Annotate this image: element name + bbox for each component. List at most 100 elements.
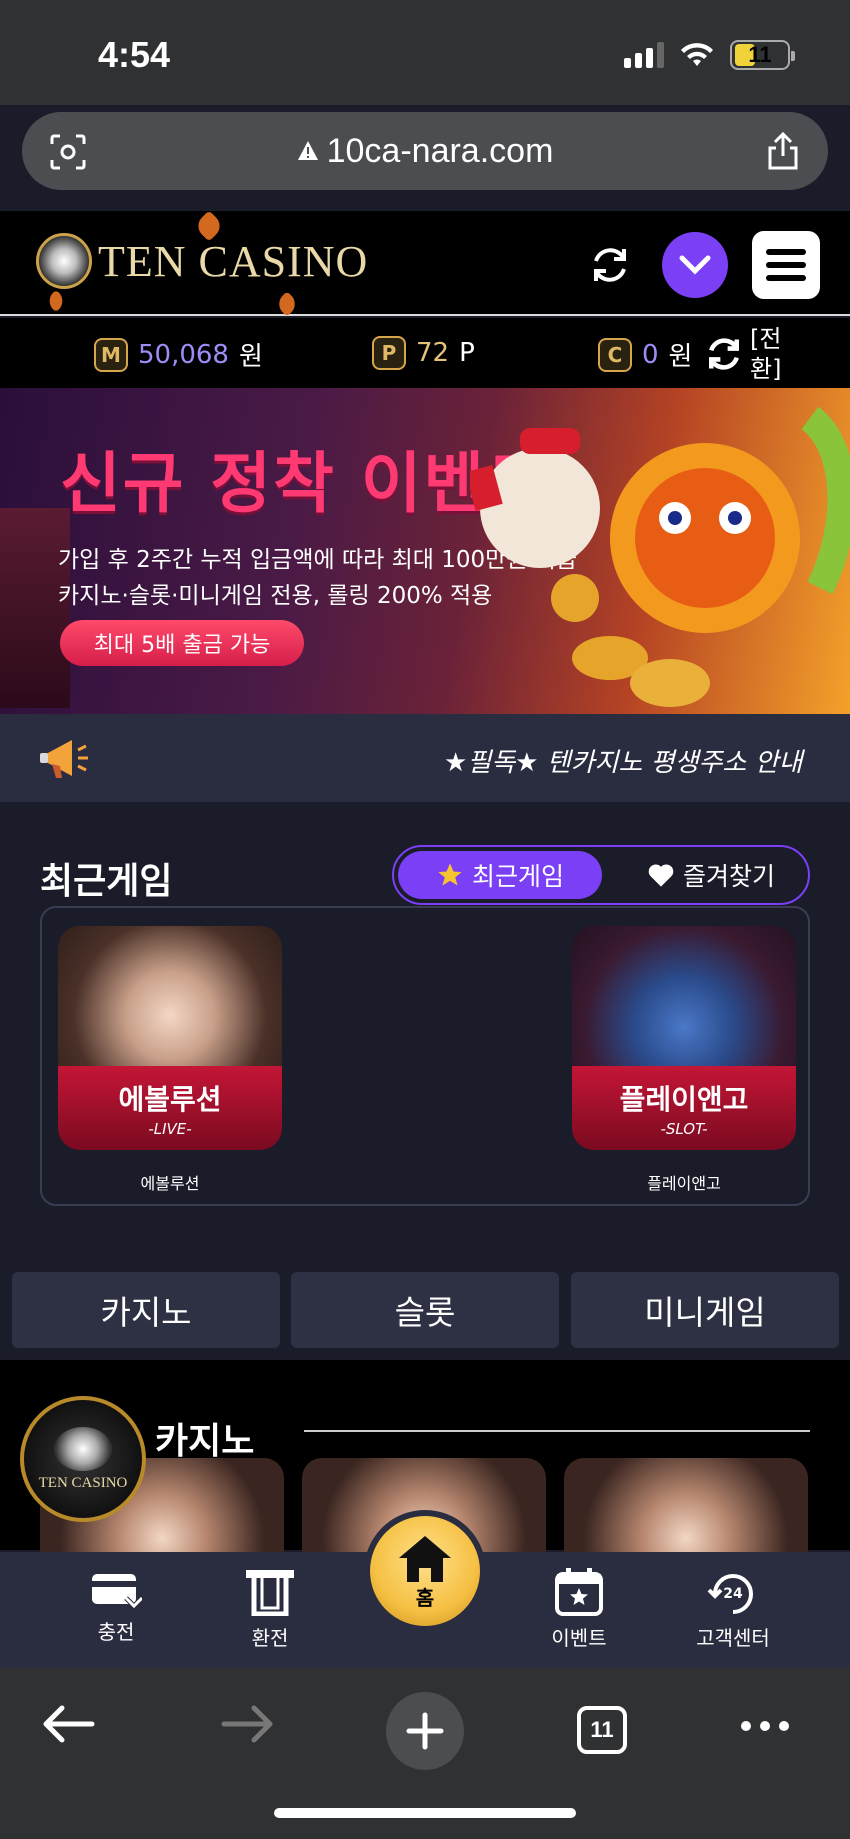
point-value: 72 [416, 338, 450, 368]
page-camera-icon[interactable] [48, 132, 88, 172]
tab-event-label: 이벤트 [551, 1626, 607, 1650]
home-icon [399, 1535, 451, 1582]
more-button[interactable] [740, 1720, 790, 1732]
game-card-type: -LIVE- [148, 1120, 192, 1138]
status-time: 4:54 [98, 34, 171, 75]
exchange-refresh-icon [709, 338, 739, 370]
section-title: 카지노 [155, 1421, 255, 1462]
live-game-card[interactable] [564, 1458, 808, 1558]
floating-logo-text: TEN CASINO [38, 1474, 128, 1491]
address-bar[interactable]: 10ca-nara.com [22, 112, 828, 190]
url-display[interactable]: 10ca-nara.com [297, 131, 554, 171]
game-card-name: 에볼루션 [118, 1083, 222, 1116]
game-card-banner: 에볼루션 -LIVE- [58, 1066, 282, 1150]
tab-charge-label: 충전 [97, 1620, 135, 1644]
notice-text: ★필독★ 텐카지노 평생주소 안내 [444, 748, 803, 778]
section-divider [304, 1430, 810, 1432]
category-slot-button[interactable]: 슬롯 [291, 1272, 559, 1348]
balance-coin: C 0 원 [598, 336, 692, 373]
game-card-evolution[interactable]: 에볼루션 -LIVE- [58, 926, 282, 1150]
category-row: 카지노 슬롯 미니게임 [0, 1256, 850, 1360]
home-indicator [274, 1808, 576, 1818]
balance-money: M 50,068 원 [94, 336, 263, 373]
support-24-icon: 24 [707, 1574, 753, 1614]
recent-favorite-toggle: 최근게임 즐겨찾기 [392, 845, 810, 905]
coin-unit: 원 [668, 342, 693, 372]
cellular-signal-icon [624, 42, 664, 68]
refresh-button[interactable] [582, 237, 638, 293]
wifi-icon [681, 43, 713, 66]
exchange-label: [전환] [750, 325, 782, 383]
tab-recent-label: 최근게임 [471, 862, 564, 891]
new-tab-button[interactable] [386, 1692, 464, 1770]
tab-favorites[interactable]: 즐겨찾기 [616, 851, 806, 899]
chevron-down-icon [679, 255, 711, 275]
refresh-icon [594, 248, 626, 282]
battery-level: 11 [748, 42, 772, 67]
coin-value: 0 [642, 339, 659, 370]
money-unit: 원 [238, 342, 263, 372]
tab-charge[interactable]: 충전 [56, 1568, 176, 1645]
point-unit: P [459, 338, 475, 368]
tab-support[interactable]: 24 고객센터 [673, 1568, 793, 1651]
category-minigame-button[interactable]: 미니게임 [571, 1272, 839, 1348]
star-icon [438, 863, 462, 886]
balance-point: P 72 P [372, 336, 475, 370]
money-badge-icon: M [94, 337, 128, 372]
dropdown-button[interactable] [662, 232, 728, 298]
logo-text: TEN CASINO [98, 236, 369, 286]
tab-support-label: 고객센터 [696, 1626, 770, 1650]
megaphone-icon [40, 740, 88, 778]
more-dots-icon [741, 1721, 789, 1731]
arrow-left-icon [43, 1705, 95, 1743]
game-label: 플레이앤고 [647, 1174, 721, 1193]
banner-line-2: 카지노·슬롯·미니게임 전용, 롤링 200% 적용 [58, 583, 493, 609]
url-text: 10ca-nara.com [326, 131, 554, 170]
tabs-button[interactable]: 11 [577, 1706, 627, 1754]
forward-button[interactable] [220, 1704, 276, 1744]
money-value: 50,068 [138, 339, 229, 370]
menu-button[interactable] [752, 231, 820, 299]
card-icon [92, 1574, 142, 1610]
exchange-button[interactable]: [전환] [704, 324, 790, 384]
game-card-playngo[interactable]: 플레이앤고 -SLOT- [572, 926, 796, 1150]
game-card-banner: 플레이앤고 -SLOT- [572, 1066, 796, 1150]
status-icons: 11 [624, 40, 795, 70]
leaf-decoration [274, 291, 300, 317]
atm-icon [246, 1570, 294, 1616]
leaf-decoration [44, 289, 68, 313]
tab-withdraw[interactable]: 환전 [210, 1568, 330, 1651]
site-header: TEN CASINO [0, 210, 850, 317]
lion-dance-illustration [470, 406, 850, 707]
tab-event[interactable]: 이벤트 [519, 1568, 639, 1651]
tab-home-label: 홈 [415, 1585, 435, 1610]
game-card-type: -SLOT- [660, 1120, 708, 1138]
coin-badge-icon: C [598, 337, 632, 372]
warning-icon [297, 141, 318, 160]
game-label: 에볼루션 [140, 1174, 200, 1193]
arrow-right-icon [221, 1705, 273, 1743]
recent-games-panel: 에볼루션 -LIVE- 에볼루션 플레이앤고 -SLOT- 플레이앤고 [40, 906, 810, 1206]
tab-home[interactable]: 홈 [364, 1510, 486, 1632]
logo-mark-icon [36, 233, 92, 289]
logo-mark-icon [54, 1426, 112, 1471]
floating-logo-button[interactable]: TEN CASINO [20, 1396, 146, 1522]
plus-icon [406, 1712, 444, 1750]
back-button[interactable] [40, 1704, 96, 1744]
category-casino-button[interactable]: 카지노 [12, 1272, 280, 1348]
tab-favorites-label: 즐겨찾기 [682, 862, 775, 891]
notice-bar[interactable]: ★필독★ 텐카지노 평생주소 안내 [0, 714, 850, 802]
share-icon[interactable] [764, 130, 802, 172]
banner-cta-button[interactable]: 최대 5배 출금 가능 [60, 620, 304, 666]
tab-recent-games[interactable]: 최근게임 [398, 851, 602, 899]
site-logo[interactable]: TEN CASINO [36, 233, 368, 289]
status-bar: 4:54 11 [0, 0, 850, 105]
promo-banner[interactable]: 신규 정착 이벤트 가입 후 2주간 누적 입금액에 따라 최대 100만원 지… [0, 388, 850, 714]
heart-icon [648, 864, 674, 887]
svg-text:24: 24 [723, 1586, 743, 1602]
game-card-name: 플레이앤고 [619, 1083, 749, 1116]
point-badge-icon: P [372, 336, 406, 370]
header-actions [582, 231, 820, 299]
tab-withdraw-label: 환전 [251, 1626, 289, 1650]
balance-bar: M 50,068 원 P 72 P C 0 원 [전환] [0, 318, 850, 388]
